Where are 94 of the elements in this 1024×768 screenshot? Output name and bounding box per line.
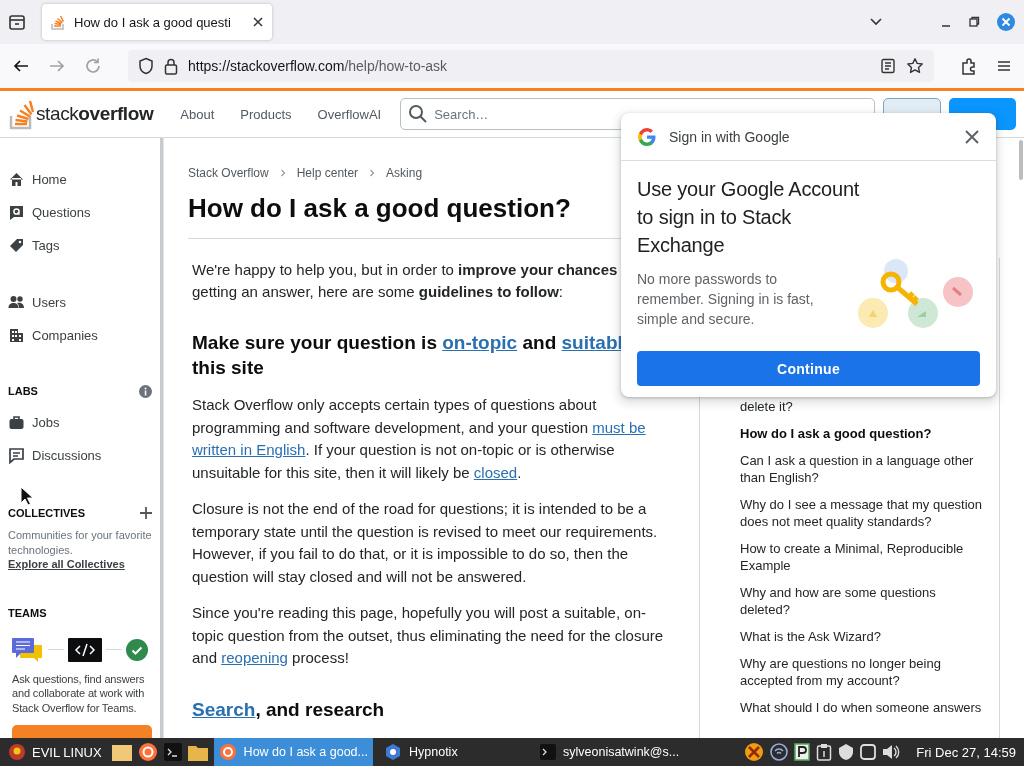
address-bar[interactable]: https://stackoverflow.com/help/how-to-ask (128, 50, 934, 82)
paragraph: Since you're reading this page, hopefully you will post a suitable, on-topic question from the outset, thus eliminating the need for the closure and reopening process! (192, 603, 665, 668)
help-link[interactable]: Can I ask a question in a language other than English? (740, 452, 987, 486)
search-icon (408, 104, 429, 124)
terminal-icon (540, 744, 556, 760)
folder-icon[interactable] (111, 743, 132, 761)
nav-item[interactable]: Companies (0, 319, 160, 352)
nav-item[interactable]: Questions (0, 196, 160, 229)
text-link[interactable]: written in English (192, 441, 306, 458)
star-icon[interactable] (906, 57, 924, 75)
nav-item[interactable]: Home (0, 163, 160, 196)
help-link[interactable]: Why and how are some questions deleted? (740, 584, 987, 618)
section-heading: COLLECTIVES (8, 507, 85, 519)
text-line: We're happy to help you, but in order to improve your chances (192, 260, 618, 280)
plus-icon[interactable] (140, 507, 152, 519)
google-logo-icon (637, 126, 657, 147)
folder-icon[interactable] (187, 743, 208, 761)
breadcrumb-link[interactable]: Stack Overflow (188, 166, 269, 180)
help-link[interactable]: How do I ask a good question? (740, 425, 987, 442)
close-icon[interactable] (252, 16, 264, 28)
help-link[interactable]: What is the Ask Wizard? (740, 628, 987, 645)
building-icon (8, 327, 25, 344)
update-icon[interactable] (744, 742, 765, 762)
chat-icon (8, 447, 25, 464)
code-icon (68, 637, 102, 662)
menu-icon[interactable] (996, 58, 1012, 74)
cursor-icon (20, 486, 34, 506)
text-link[interactable]: closed (473, 463, 518, 481)
home-icon (8, 171, 25, 188)
help-link[interactable]: delete it? (740, 398, 987, 415)
popup-title: Sign in with Google (669, 128, 791, 145)
taskbar-item[interactable]: Hypnotix (379, 738, 529, 766)
section-heading: Search, and research (192, 697, 385, 722)
text-line: getting an answer, here are some guidelines to follow: (192, 282, 563, 302)
explore-link[interactable]: Explore all Collectives (8, 558, 125, 570)
users-icon (8, 294, 25, 311)
scrollbar-thumb[interactable] (1019, 140, 1023, 180)
window-icon[interactable] (860, 744, 877, 760)
chat-bubbles-icon (12, 637, 44, 662)
help-link[interactable]: Why are questions no longer being accepted from my account? (740, 655, 987, 689)
nav-link[interactable]: About (169, 100, 226, 128)
popup-text: No more passwords to remember. Signing in is fast, simple and secure. (637, 270, 815, 329)
tab-list-icon[interactable] (8, 13, 26, 31)
text-link[interactable]: reopening (221, 649, 288, 666)
network-icon[interactable] (770, 743, 789, 761)
site-logo[interactable]: stackoverflow (36, 103, 154, 125)
chevron-right-icon (278, 169, 287, 177)
clock[interactable]: Fri Dec 27, 14:59 (916, 744, 1016, 760)
info-icon[interactable] (139, 384, 152, 398)
text-link[interactable]: suitabl (561, 332, 623, 353)
breadcrumb-link[interactable]: Asking (386, 166, 423, 180)
section-heading: TEAMS (8, 606, 47, 619)
speaker-icon[interactable] (882, 744, 901, 760)
nav-link[interactable]: Products (229, 100, 303, 128)
chevron-right-icon (368, 169, 377, 177)
section-heading: this site (192, 356, 264, 380)
site-icon (50, 14, 66, 30)
shield-icon[interactable] (838, 743, 855, 761)
text-link[interactable]: on-topic (442, 332, 518, 353)
question-icon (8, 204, 25, 221)
section-heading: LABS (8, 385, 38, 397)
extensions-icon[interactable] (960, 57, 978, 75)
text-link[interactable]: must be (592, 418, 646, 436)
continue-button[interactable]: Continue (637, 351, 980, 386)
nav-item[interactable]: Discussions (0, 439, 160, 472)
shield-icon[interactable] (138, 57, 154, 75)
taskbar-item[interactable]: sylveonisatwink@s... (535, 738, 697, 766)
briefcase-icon (8, 414, 25, 431)
check-circle-icon (126, 638, 148, 661)
nav-item[interactable]: Jobs (0, 406, 160, 439)
collectives-description: Communities for your favorite technologies. Explore all Collectives (7, 528, 153, 572)
close-icon[interactable] (964, 128, 980, 145)
paragraph: Closure is not the end of the road for questions; it is intended to be a temporary state until the question is revised to meet our requirements. However, if you fail to do that, or it is impossible to do so, then the question will stay closed and will not be answered. (192, 499, 659, 587)
nav-item[interactable]: Tags (0, 229, 160, 262)
browser-tab[interactable]: How do I ask a good questi (42, 4, 272, 40)
nav-item[interactable]: Users (0, 286, 160, 319)
lock-icon (164, 57, 178, 75)
text-link[interactable]: Search (192, 698, 256, 720)
breadcrumb-link[interactable]: Help center (296, 166, 359, 180)
parking-icon[interactable] (794, 743, 811, 761)
reader-view-icon[interactable] (880, 58, 896, 74)
clipboard-icon[interactable] (816, 743, 833, 761)
logo-icon[interactable] (8, 98, 34, 130)
start-menu-button[interactable]: EVIL LINUX (4, 738, 106, 766)
restore-icon[interactable] (968, 16, 980, 28)
help-link[interactable]: What should I do when someone answers (740, 699, 987, 716)
nav-link[interactable]: OverflowAI (306, 100, 393, 128)
start-icon (8, 743, 26, 761)
help-link[interactable]: How to create a Minimal, Reproducible Example (740, 540, 987, 574)
help-link[interactable]: Why do I see a message that my question does not meet quality standards? (740, 496, 987, 530)
tag-icon (8, 237, 25, 254)
teams-description: Ask questions, find answers and collaborate at work with Stack Overflow for Teams. (11, 671, 146, 715)
terminal-icon[interactable] (163, 743, 182, 761)
paragraph: Stack Overflow only accepts certain types of questions about programming and software development, and your question must be written in English. If your question is not on-topic or is otherwise unsuitable for this site, then it will likely be closed. (192, 395, 647, 483)
